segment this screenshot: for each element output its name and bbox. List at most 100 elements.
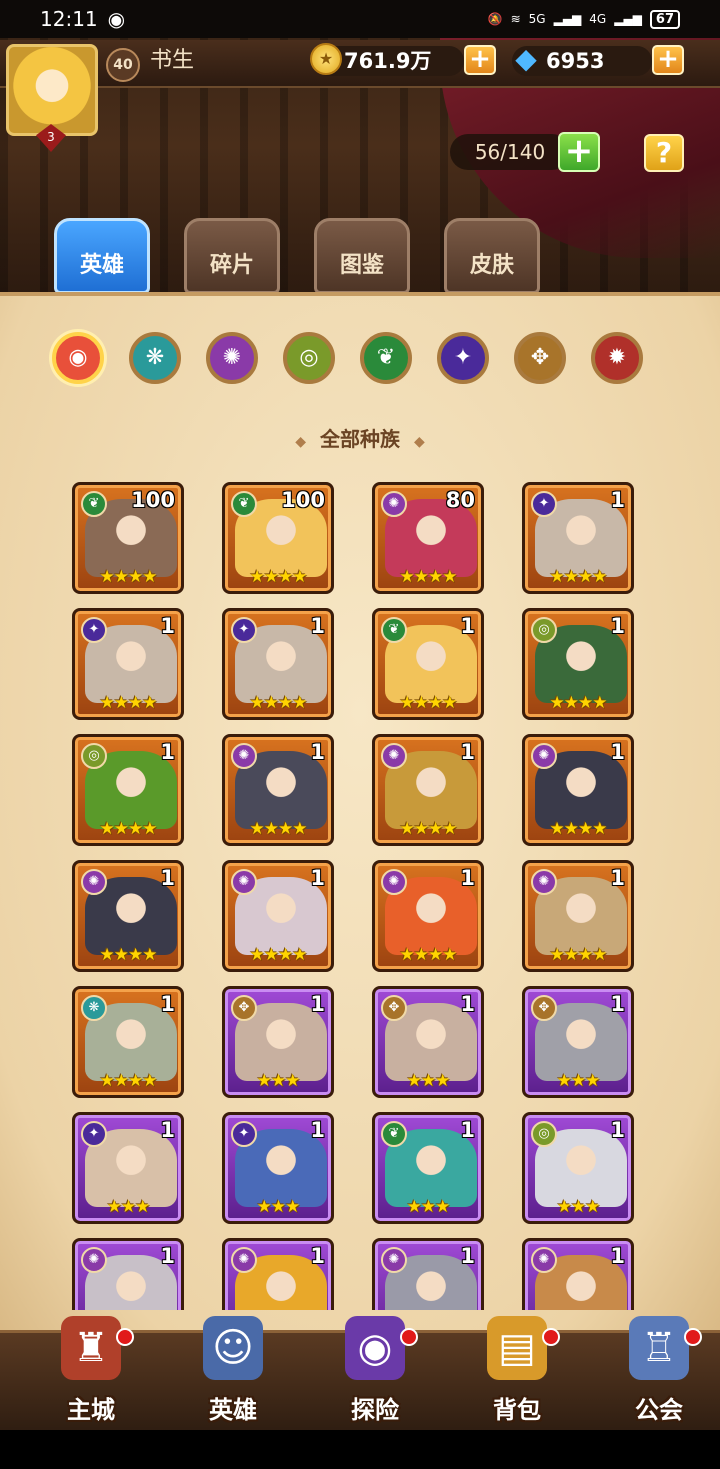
hero-card[interactable]: ❦ 1 ★★★ <box>372 1112 484 1224</box>
hero-level: 1 <box>160 866 175 890</box>
diamond-ornament-left: ◆ <box>295 434 306 450</box>
hero-card[interactable]: ✦ 1 ★★★★ <box>72 608 184 720</box>
hero-card[interactable]: ✺ 1 ★★★★ <box>222 860 334 972</box>
hero-card[interactable]: ✦ 1 ★★★ <box>72 1112 184 1224</box>
race-filter-all-races-icon[interactable]: ◉ <box>52 332 104 384</box>
hero-card[interactable]: ✺ 1 ★★★★ <box>72 860 184 972</box>
status-bar: 12:11 ◉ 🔕 ≋ 5G ▂▄▆ 4G ▂▄▆ 67 <box>0 0 720 38</box>
notification-dot-icon <box>684 1328 702 1346</box>
hero-race-icon: ✺ <box>531 1247 557 1273</box>
hero-race-icon: ✺ <box>381 743 407 769</box>
nav-item[interactable]: ▤ 背包 <box>462 1316 572 1426</box>
help-button[interactable]: ? <box>644 134 684 172</box>
hero-card[interactable]: ✺ 1 <box>372 1238 484 1310</box>
hero-level: 1 <box>610 614 625 638</box>
hero-card[interactable]: ✦ 1 ★★★★ <box>222 608 334 720</box>
tab-fragments[interactable]: 碎片 <box>184 218 280 294</box>
add-gold-button[interactable]: + <box>464 45 496 75</box>
signal-icon: ▂▄▆ <box>553 12 582 26</box>
hero-card[interactable]: ✥ 1 ★★★ <box>522 986 634 1098</box>
hero-card[interactable]: ✺ 1 ★★★★ <box>222 734 334 846</box>
hero-level: 1 <box>160 1118 175 1142</box>
hero-stars: ★★★ <box>256 1071 301 1091</box>
hero-stars: ★★★★ <box>249 567 308 587</box>
nav-item-label: 英雄 <box>209 1396 257 1424</box>
hero-card[interactable]: ◎ 1 ★★★★ <box>522 608 634 720</box>
nav-item-label: 公会 <box>635 1396 683 1424</box>
hero-card[interactable]: ◎ 1 ★★★★ <box>72 734 184 846</box>
hero-level: 1 <box>460 866 475 890</box>
race-title: ◆ 全部种族 ◆ <box>0 422 720 459</box>
hero-card[interactable]: ✺ 1 ★★★★ <box>522 860 634 972</box>
hero-stars: ★★★★ <box>399 819 458 839</box>
race-filter-race-3-icon[interactable]: ◎ <box>283 332 335 384</box>
hero-card[interactable]: ✥ 1 ★★★ <box>372 986 484 1098</box>
nav-item-label: 探险 <box>351 1396 399 1424</box>
hero-stars: ★★★★ <box>549 693 608 713</box>
race-filter-race-4-icon[interactable]: ❦ <box>360 332 412 384</box>
hero-card[interactable]: ✺ 1 <box>522 1238 634 1310</box>
hero-card[interactable]: ✺ 1 <box>222 1238 334 1310</box>
wifi-icon: ≋ <box>510 12 521 26</box>
hero-card[interactable]: ✺ 1 ★★★★ <box>372 860 484 972</box>
tab-skins[interactable]: 皮肤 <box>444 218 540 294</box>
nav-item-icon: ◉ <box>345 1316 405 1380</box>
hero-card[interactable]: ✺ 1 ★★★★ <box>522 734 634 846</box>
player-avatar[interactable] <box>6 44 98 136</box>
hero-card[interactable]: ◎ 1 ★★★ <box>522 1112 634 1224</box>
nav-item[interactable]: ♜ 主城 <box>36 1316 146 1426</box>
nav-item[interactable]: ☺ 英雄 <box>178 1316 288 1426</box>
tab-heroes[interactable]: 英雄 <box>54 218 150 294</box>
gold-coin-icon: ★ <box>310 43 342 75</box>
battery-icon: 67 <box>649 9 680 29</box>
hero-level: 1 <box>610 1118 625 1142</box>
nav-item-label: 背包 <box>493 1396 541 1424</box>
hero-race-icon: ❋ <box>81 995 107 1021</box>
hero-level: 1 <box>460 992 475 1016</box>
hero-card[interactable]: ✺ 80 ★★★★ <box>372 482 484 594</box>
race-filter-race-5-icon[interactable]: ✦ <box>437 332 489 384</box>
hero-race-icon: ✥ <box>231 995 257 1021</box>
hero-stars: ★★★★ <box>249 819 308 839</box>
nav-item-icon: ☺ <box>203 1316 263 1380</box>
race-filter-race-6-icon[interactable]: ✥ <box>514 332 566 384</box>
notification-dot-icon <box>400 1328 418 1346</box>
hero-stars: ★★★ <box>256 1197 301 1217</box>
race-filter-race-2-icon[interactable]: ✺ <box>206 332 258 384</box>
hero-level: 1 <box>460 740 475 764</box>
hero-race-icon: ❦ <box>381 617 407 643</box>
hero-card[interactable]: ❦ 100 ★★★★ <box>72 482 184 594</box>
hero-level: 80 <box>445 488 475 512</box>
hero-level: 1 <box>310 740 325 764</box>
nav-item-label: 主城 <box>67 1396 115 1424</box>
hero-card[interactable]: ✺ 1 <box>72 1238 184 1310</box>
hero-card[interactable]: ❦ 100 ★★★★ <box>222 482 334 594</box>
hero-level: 1 <box>310 614 325 638</box>
hero-race-icon: ✺ <box>381 1247 407 1273</box>
hero-race-icon: ✺ <box>231 869 257 895</box>
hero-stars: ★★★★ <box>399 945 458 965</box>
hero-stars: ★★★ <box>106 1197 151 1217</box>
hero-card[interactable]: ✦ 1 ★★★ <box>222 1112 334 1224</box>
hero-race-icon: ✦ <box>231 617 257 643</box>
race-filter-race-7-icon[interactable]: ✹ <box>591 332 643 384</box>
hero-level: 1 <box>160 740 175 764</box>
hero-card[interactable]: ✦ 1 ★★★★ <box>522 482 634 594</box>
hero-card[interactable]: ❋ 1 ★★★★ <box>72 986 184 1098</box>
hero-race-icon: ✺ <box>231 1247 257 1273</box>
hero-level: 1 <box>460 1118 475 1142</box>
nav-item[interactable]: ◉ 探险 <box>320 1316 430 1426</box>
hero-card[interactable]: ✥ 1 ★★★ <box>222 986 334 1098</box>
hero-level: 1 <box>310 1244 325 1268</box>
race-filter-race-1-icon[interactable]: ❋ <box>129 332 181 384</box>
hero-card[interactable]: ✺ 1 ★★★★ <box>372 734 484 846</box>
add-gems-button[interactable]: + <box>652 45 684 75</box>
nav-item[interactable]: ♖ 公会 <box>604 1316 714 1426</box>
notification-dot-icon <box>542 1328 560 1346</box>
eye-icon: ◉ <box>107 7 126 31</box>
hero-card[interactable]: ❦ 1 ★★★★ <box>372 608 484 720</box>
hero-stars: ★★★★ <box>399 693 458 713</box>
tab-codex[interactable]: 图鉴 <box>314 218 410 294</box>
status-time: 12:11 <box>40 7 98 31</box>
expand-capacity-button[interactable]: + <box>558 132 600 172</box>
